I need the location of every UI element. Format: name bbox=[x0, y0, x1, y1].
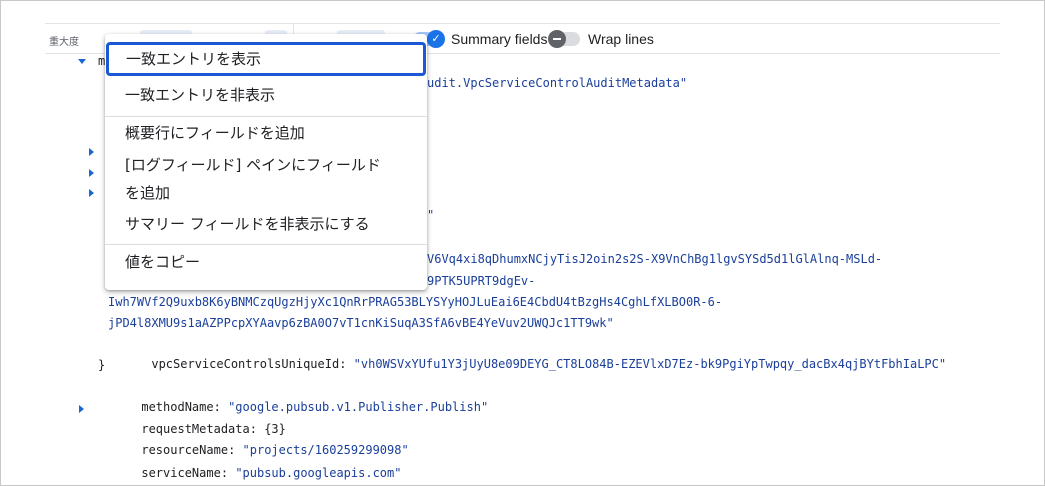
menu-item-label: [ログフィールド] ペインにフィールド bbox=[125, 156, 381, 174]
menu-item-copy-value[interactable]: 値をコピー bbox=[105, 248, 427, 276]
summary-fields-label: Summary fields bbox=[451, 31, 548, 47]
summary-fields-toggle[interactable]: ✓ Summary fields bbox=[413, 30, 547, 48]
field-context-menu: 一致エントリを表示 一致エントリを非表示 概要行にフィールドを追加 [ログフィー… bbox=[105, 34, 427, 290]
token-line-1[interactable]: V6Vq4xi8qDhumxNCjyTisJ2oin2s2S-X9VnChBg1… bbox=[427, 249, 882, 269]
menu-item-hide-matching[interactable]: 一致エントリを非表示 bbox=[105, 81, 427, 109]
resource-name-row: resourceName: "projects/160259299098" bbox=[141, 443, 409, 457]
severity-label: 重大度 bbox=[49, 37, 79, 48]
summary-fields-knob: ✓ bbox=[427, 30, 445, 48]
wrap-lines-toggle[interactable]: Wrap lines bbox=[548, 30, 654, 48]
caret-right-icon[interactable] bbox=[89, 169, 94, 177]
string-value-fragment[interactable]: " bbox=[427, 205, 434, 225]
field-value[interactable]: "vh0WSVxYUfu1Y3jUyU8e09DEYG_CT8LO84B-EZE… bbox=[354, 357, 946, 371]
menu-divider bbox=[105, 116, 427, 117]
service-name-row: serviceName: "pubsub.googleapis.com" bbox=[141, 466, 402, 480]
caret-right-icon[interactable] bbox=[89, 189, 94, 197]
check-icon: ✓ bbox=[431, 32, 441, 45]
wrap-lines-knob bbox=[548, 30, 566, 48]
field-key[interactable]: vpcServiceControlsUniqueId bbox=[151, 357, 339, 371]
token-line-3[interactable]: Iwh7WVf2Q9uxb8K6yBNMCzqUgzHjyXc1QnRrPRAG… bbox=[108, 292, 722, 312]
caret-right-icon[interactable] bbox=[79, 405, 84, 413]
wrap-lines-label: Wrap lines bbox=[588, 31, 654, 47]
menu-item-add-summary-field[interactable]: 概要行にフィールドを追加 bbox=[105, 119, 427, 147]
menu-item-add-to-log-fields-pane[interactable]: [ログフィールド] ペインにフィールド を追加 bbox=[105, 151, 427, 207]
at-type-value[interactable]: udit.VpcServiceControlAuditMetadata" bbox=[427, 73, 687, 93]
method-name-row: methodName: "google.pubsub.v1.Publisher.… bbox=[141, 400, 489, 414]
screenshot-frame: 重大度 ✓ Summary fields Wrap lines m udit.V… bbox=[0, 0, 1045, 486]
field-key[interactable]: serviceName bbox=[141, 466, 220, 480]
vpc-unique-id-row: vpcServiceControlsUniqueId: "vh0WSVxYUfu… bbox=[151, 357, 947, 371]
caret-down-icon[interactable] bbox=[78, 59, 86, 64]
request-metadata-row[interactable]: requestMetadata: {3} bbox=[98, 399, 286, 436]
token-line-2[interactable]: 9PTK5UPRT9dgEv- bbox=[427, 271, 535, 291]
closing-brace: } bbox=[98, 358, 106, 372]
token-line-4[interactable]: jPD4l8XMU9s1aAZPPcpXYAavp6zBA0O7vT1cnKiS… bbox=[108, 313, 614, 333]
menu-item-show-matching[interactable]: 一致エントリを表示 bbox=[106, 42, 426, 76]
dash-icon bbox=[553, 38, 561, 40]
caret-right-icon[interactable] bbox=[89, 148, 94, 156]
wrap-lines-switch[interactable] bbox=[548, 30, 580, 48]
menu-item-label: を追加 bbox=[125, 184, 171, 202]
menu-divider bbox=[105, 244, 427, 245]
field-value[interactable]: "pubsub.googleapis.com" bbox=[235, 466, 401, 480]
menu-item-hide-summary-field[interactable]: サマリー フィールドを非表示にする bbox=[105, 210, 427, 238]
